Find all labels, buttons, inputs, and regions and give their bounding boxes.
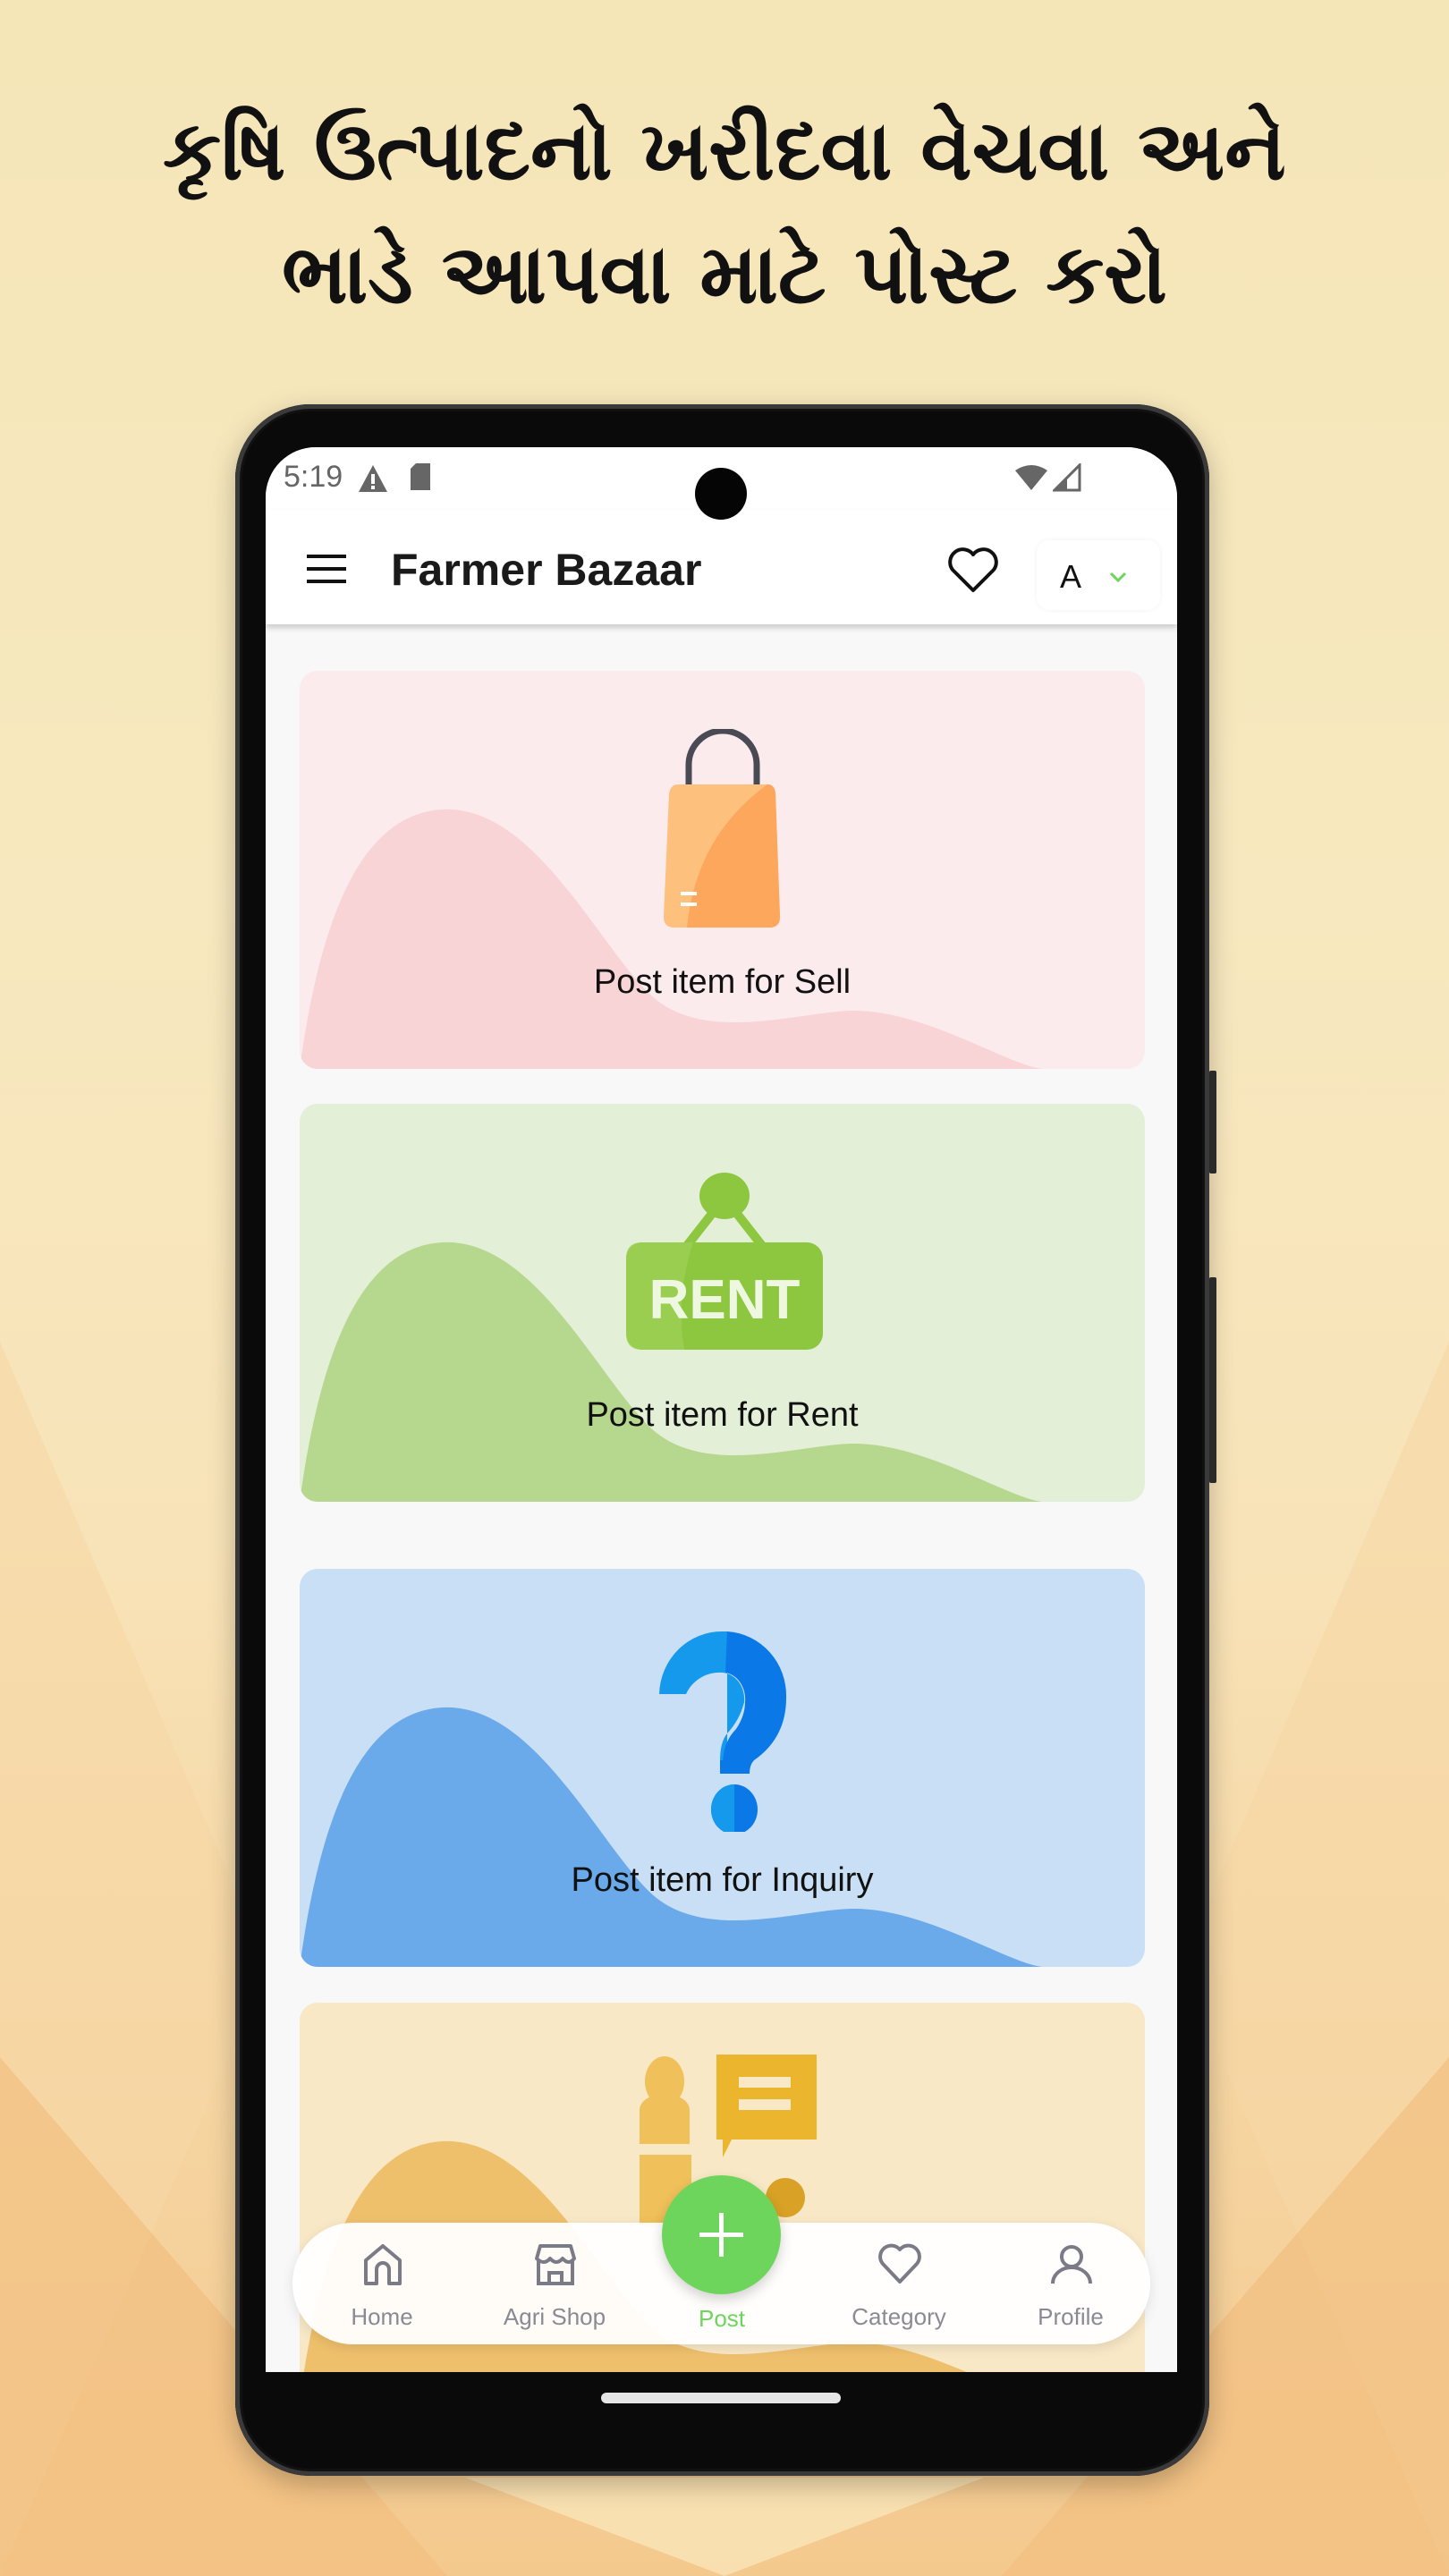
heart-icon — [878, 2243, 921, 2284]
shopping-bag-icon — [664, 729, 780, 928]
store-icon — [535, 2244, 576, 2285]
nav-label-category: Category — [852, 2303, 946, 2330]
post-inquiry-label: Post item for Inquiry — [571, 1861, 874, 1899]
home-indicator[interactable] — [601, 2393, 841, 2403]
phone-power-button — [1209, 1277, 1216, 1483]
sd-card-icon — [411, 463, 430, 490]
app-screen: 5:19 Farmer Bazaar A Post item for Sell … — [266, 447, 1177, 2372]
status-time: 5:19 — [284, 460, 343, 494]
wifi-icon — [1015, 465, 1047, 490]
hamburger-menu-icon[interactable] — [305, 553, 348, 585]
headline-line-1: કૃષિ ઉત્પાદનો ખરીદવા વેચવા અને — [163, 103, 1286, 199]
nav-item-home[interactable]: Home — [301, 2223, 462, 2344]
nav-item-profile[interactable]: Profile — [990, 2223, 1151, 2344]
chevron-down-icon — [1109, 572, 1127, 583]
question-mark-icon — [659, 1631, 787, 1832]
rent-sign-icon: RENT — [626, 1173, 823, 1350]
post-rent-card[interactable]: RENT Post item for Rent — [300, 1104, 1145, 1502]
post-sell-card[interactable]: Post item for Sell — [300, 671, 1145, 1069]
rent-sign-text: RENT — [649, 1269, 801, 1331]
signal-icon — [1053, 463, 1081, 492]
home-icon — [364, 2244, 402, 2285]
phone-volume-button — [1209, 1071, 1216, 1174]
nav-label-agri-shop: Agri Shop — [503, 2303, 606, 2330]
nav-item-agri-shop[interactable]: Agri Shop — [474, 2223, 635, 2344]
heart-outline-icon[interactable] — [947, 547, 999, 594]
language-selector[interactable]: A — [1037, 540, 1160, 610]
app-title: Farmer Bazaar — [391, 545, 702, 595]
nav-label-profile: Profile — [1038, 2303, 1104, 2330]
nav-label-home: Home — [351, 2303, 413, 2330]
plus-icon — [699, 2213, 743, 2257]
post-sell-label: Post item for Sell — [593, 963, 852, 1001]
post-rent-label: Post item for Rent — [586, 1396, 859, 1434]
post-fab-button[interactable] — [662, 2175, 781, 2294]
nav-label-post[interactable]: Post — [641, 2305, 802, 2333]
post-inquiry-card[interactable]: Post item for Inquiry — [300, 1569, 1145, 1967]
nav-item-category[interactable]: Category — [818, 2223, 979, 2344]
headline-line-2: ભાડે આપવા માટે પોસ્ટ કરો — [282, 226, 1167, 322]
app-bar: Farmer Bazaar A — [266, 510, 1177, 624]
language-value: A — [1060, 558, 1082, 595]
promo-headline: કૃષિ ઉત્પાદનો ખરીદવા વેચવા અને ભાડે આપવા… — [0, 89, 1449, 336]
user-icon — [1051, 2245, 1092, 2284]
alert-icon — [359, 465, 387, 492]
front-camera — [695, 468, 747, 520]
